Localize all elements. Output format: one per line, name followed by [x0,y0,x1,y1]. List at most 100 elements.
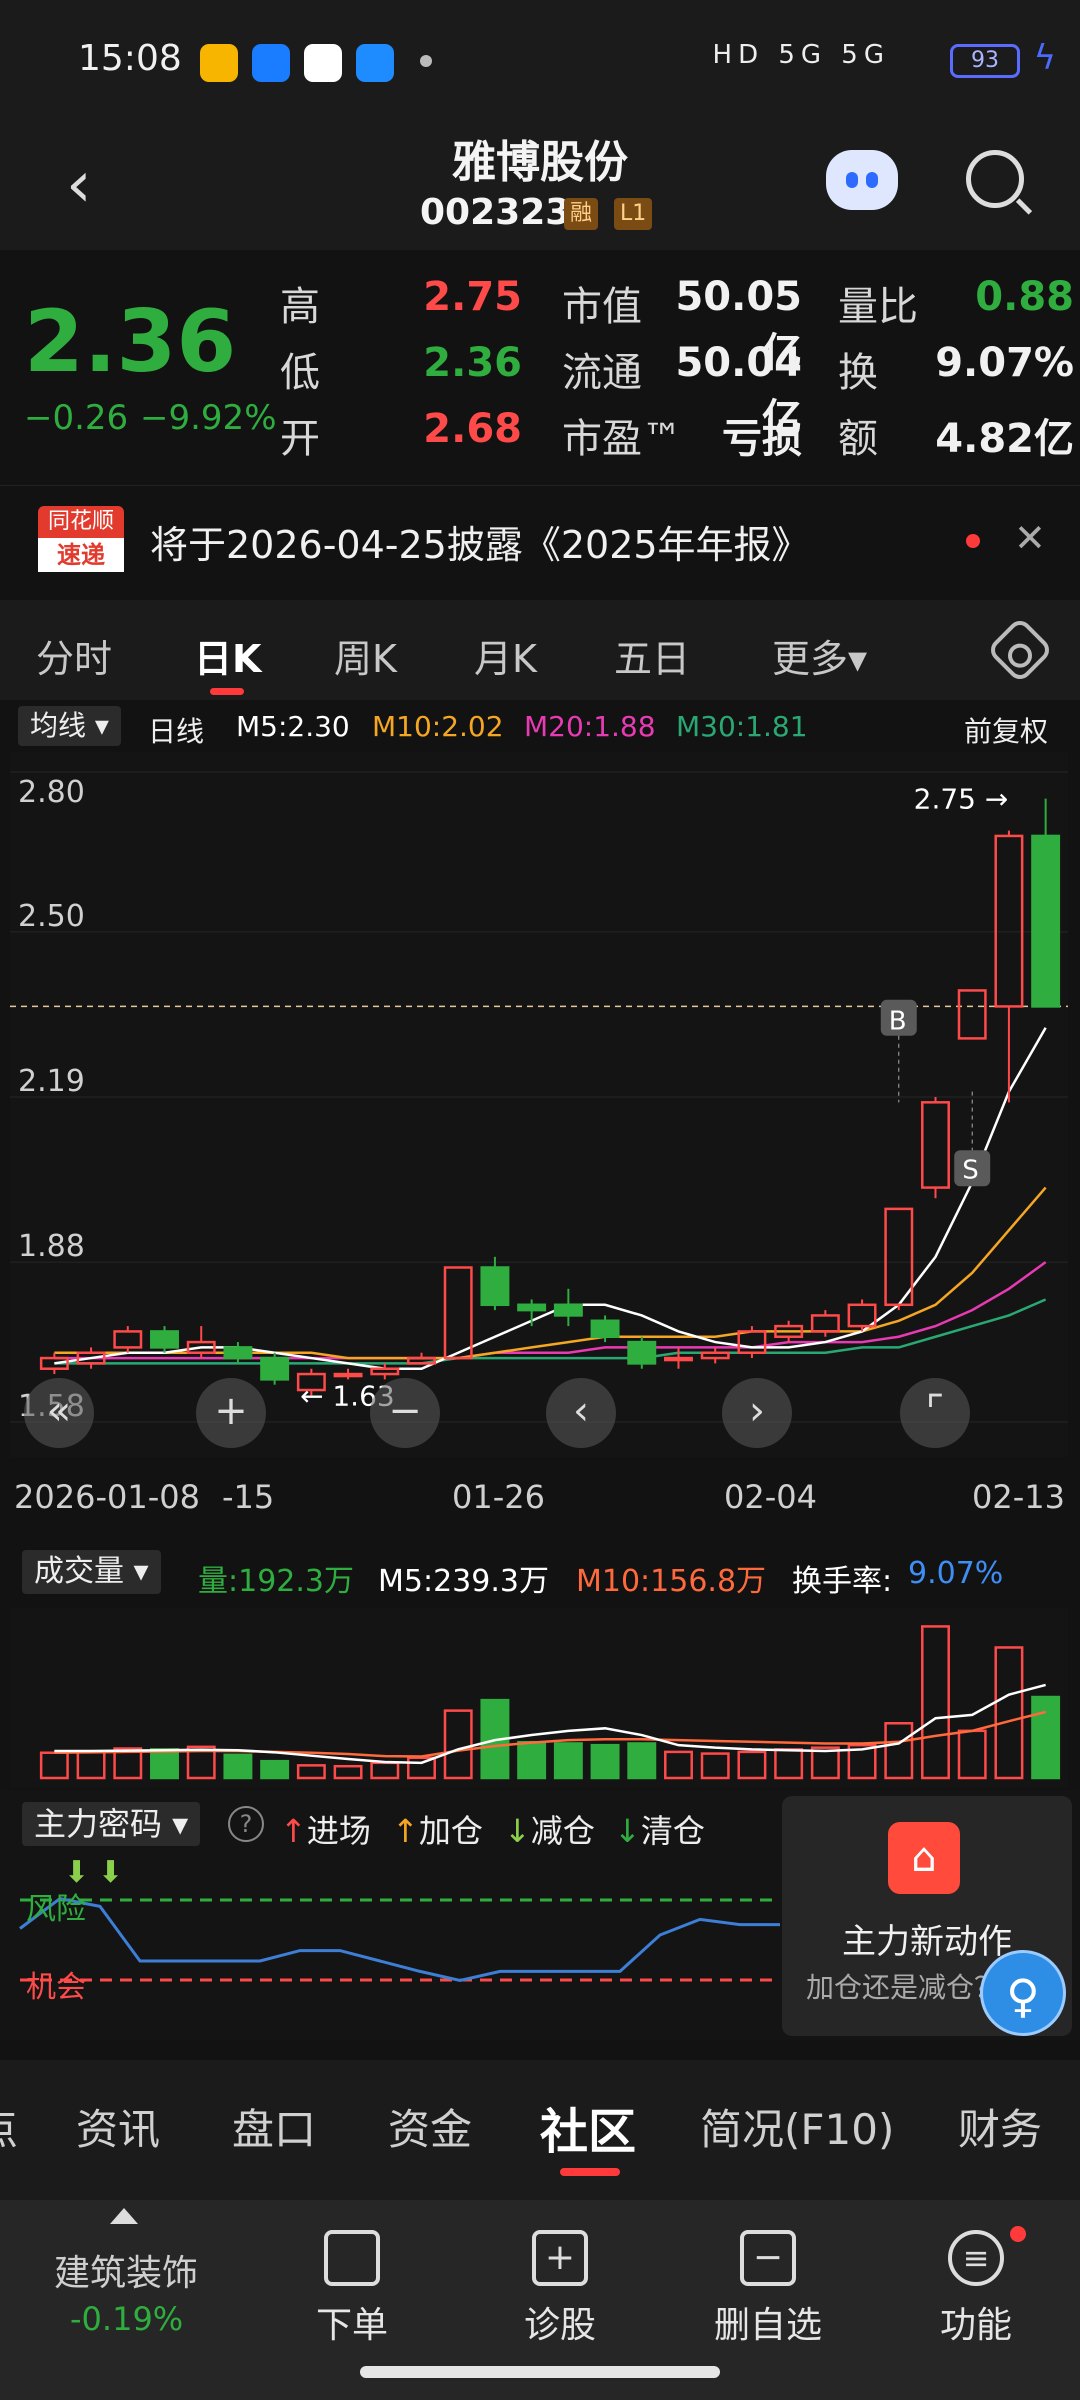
tab-daily-k[interactable]: 日K [194,628,261,683]
zoom-in-button[interactable]: + [196,1378,266,1448]
expand-up-icon[interactable] [110,2208,138,2224]
news-text[interactable]: 将于2026-04-25披露《2025年年报》 [150,514,810,569]
main-force-svg: ⬇ ⬇ [19,1855,780,1983]
candle [443,1266,473,1360]
volume-bar [407,1756,436,1780]
notification-dot [1010,2226,1026,2242]
date-label-start: 2026-01-08 [14,1478,200,1516]
candle [810,1310,840,1337]
candle [113,1326,143,1353]
tab-more[interactable]: 更多▾ [772,628,867,683]
buy-marker-label: B [889,1007,907,1037]
help-icon[interactable]: ? [228,1806,264,1842]
stock-code: 002323 [420,192,571,233]
menu-circle-icon: ≡ [948,2230,1004,2286]
ma20-label: M20:1.88 [524,710,656,743]
level-tag: L1 [614,198,653,230]
search-icon[interactable] [966,150,1024,208]
candle [884,1207,914,1311]
y-tick-label: 2.80 [18,775,85,810]
candle-body [553,1303,583,1317]
turnover-rate-label: 换手率: [792,1564,893,1599]
legend-reduce: ↓减仓 [504,1812,595,1850]
volume-bar [700,1752,730,1780]
candle-body [517,1303,547,1312]
max-price-label: 2.75 → [914,783,1009,816]
open-label: 开 [280,416,320,462]
tab-orderbook[interactable]: 盘口 [232,2096,316,2157]
candle-body [847,1303,877,1328]
candlestick-chart[interactable]: 2.75 →← 1.63BS 2.802.502.191.881.58 « + … [10,752,1068,1457]
battery-icon: 93 [950,44,1020,78]
tab-partial[interactable]: 点 [0,2096,18,2157]
candle-body [370,1367,400,1376]
volume-ma10: M10:156.8万 [576,1564,767,1599]
sell-marker-label: S [962,1155,979,1185]
ai-assistant-icon[interactable] [826,150,898,210]
volume-bar [333,1764,363,1780]
volume-bar [884,1722,914,1780]
remove-watchlist-button[interactable]: − 删自选 [688,2230,848,2348]
volume-bar [296,1764,326,1780]
quote-panel: 2.36 −0.26 −9.92% 高 2.75 市值 50.05亿 量比 0.… [0,250,1080,485]
candle-body [700,1351,730,1360]
indicator-dropdown[interactable]: 均线 ▾ [18,706,121,746]
volume-indicator-dropdown[interactable]: 成交量 ▾ [22,1550,161,1594]
candle-body [223,1346,253,1360]
candle [517,1299,547,1327]
sector-name[interactable]: 建筑装饰 [54,2244,198,2296]
active-tab-indicator-bottom [560,2168,620,2176]
tab-funds[interactable]: 资金 [388,2096,472,2157]
ma10-line [54,1186,1047,1360]
ma10-label: M10:2.02 [372,710,504,743]
lightbulb-icon[interactable]: ♀ [980,1950,1066,2036]
tab-community[interactable]: 社区 [540,2092,636,2162]
tab-financials[interactable]: 财务 [958,2096,1042,2157]
scroll-right-button[interactable]: › [722,1378,792,1448]
volume-chart[interactable] [10,1608,1068,1788]
candle-body [260,1356,290,1381]
date-axis: 2026-01-08 -15 01-26 02-04 02-13 [0,1458,1080,1538]
candle-body [113,1330,143,1349]
scroll-left-button[interactable]: ‹ [546,1378,616,1448]
tab-profile-f10[interactable]: 简况(F10) [700,2096,894,2157]
diagnose-button[interactable]: + 诊股 [480,2230,640,2348]
ma30-label: M30:1.81 [676,710,808,743]
status-bar: 15:08 HD 5G 5G 93 ϟ [0,0,1080,120]
volume-bar [443,1709,473,1780]
chart-settings-icon[interactable] [986,616,1054,684]
close-icon[interactable]: ✕ [1014,516,1046,560]
zoom-out-button[interactable]: − [370,1378,440,1448]
candle-body [810,1314,840,1333]
legend-clear: ↓清仓 [614,1812,705,1850]
scroll-left-fast-button[interactable]: « [24,1378,94,1448]
tab-monthly-k[interactable]: 月K [474,628,537,683]
candle [847,1299,877,1332]
low-value: 2.36 [423,340,522,386]
candle [994,830,1024,1103]
legend-enter: ↑进场 [280,1812,371,1850]
volume-bar [517,1740,547,1780]
tab-news[interactable]: 资讯 [76,2096,160,2157]
tab-five-day[interactable]: 五日 [614,628,690,683]
functions-button[interactable]: ≡ 功能 [896,2230,1056,2348]
sector-change: -0.19% [70,2300,184,2338]
volume-ma5: M5:239.3万 [378,1564,549,1599]
volume-svg [39,1625,1061,1780]
candle [737,1326,767,1359]
news-banner[interactable]: 同花顺 速递 将于2026-04-25披露《2025年年报》 ✕ [0,485,1080,595]
main-force-dropdown[interactable]: 主力密码 ▾ [22,1802,201,1846]
candle-body [480,1266,510,1307]
tab-weekly-k[interactable]: 周K [334,628,397,683]
tab-intraday[interactable]: 分时 [36,628,112,683]
volume-bar [921,1625,950,1780]
adjust-toggle[interactable]: 前复权 [964,710,1048,750]
volume-bar [39,1751,69,1780]
candle [1031,798,1061,1008]
y-tick-label: 2.19 [18,1064,85,1099]
unread-dot [966,534,980,548]
order-button[interactable]: 下单 [272,2230,432,2348]
fullscreen-button[interactable]: ⌜ [900,1378,970,1448]
open-value: 2.68 [423,406,522,452]
status-time: 15:08 [78,38,182,79]
